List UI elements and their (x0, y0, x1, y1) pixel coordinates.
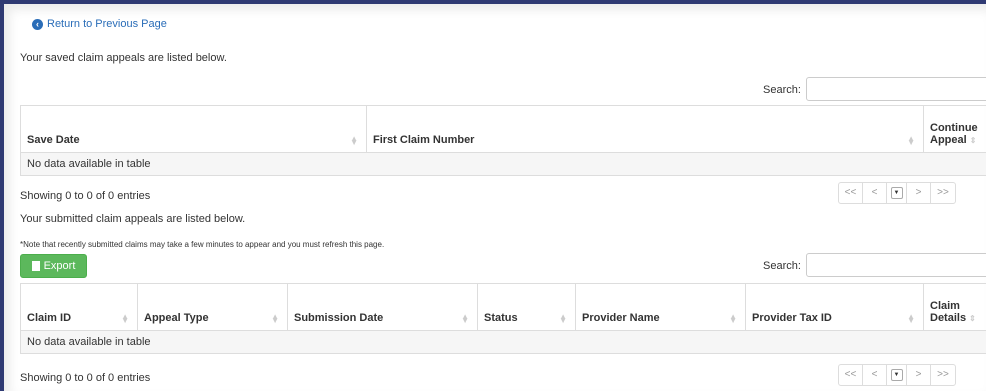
col-continue-appeal[interactable]: Continue Appeal ⇕ (923, 105, 986, 153)
sort-icon: ⇕ (969, 136, 977, 145)
export-label: Export (43, 260, 76, 272)
saved-intro: Your saved claim appeals are listed belo… (20, 52, 227, 64)
submitted-pagination: << < ▼ > >> (838, 364, 956, 386)
last-page-button[interactable]: >> (931, 183, 955, 203)
submitted-info: Showing 0 to 0 of 0 entries (20, 372, 151, 384)
export-button[interactable]: Export (20, 254, 87, 278)
sort-icon: ▲ ▼ (907, 312, 915, 325)
sort-icon: ▲ ▼ (907, 134, 915, 147)
sort-icon: ▲ ▼ (271, 312, 279, 325)
next-page-button[interactable]: > (907, 183, 931, 203)
page-select[interactable]: ▼ (887, 365, 907, 385)
col-save-date[interactable]: Save Date ▲ ▼ (20, 105, 367, 153)
saved-info: Showing 0 to 0 of 0 entries (20, 190, 151, 202)
submitted-search-input[interactable] (806, 253, 986, 277)
sort-icon: ▲ ▼ (350, 134, 358, 147)
submitted-search-label: Search: (763, 260, 801, 272)
return-link[interactable]: ‹ Return to Previous Page (32, 18, 167, 30)
col-first-claim-number[interactable]: First Claim Number ▲ ▼ (366, 105, 924, 153)
col-appeal-type[interactable]: Appeal Type ▲ ▼ (137, 283, 288, 331)
return-link-label: Return to Previous Page (47, 18, 167, 30)
col-provider-tax-id[interactable]: Provider Tax ID ▲ ▼ (745, 283, 924, 331)
sort-icon: ▲ ▼ (559, 312, 567, 325)
saved-search-label: Search: (763, 84, 801, 96)
col-submission-date[interactable]: Submission Date ▲ ▼ (287, 283, 478, 331)
saved-empty-row: No data available in table (20, 152, 986, 176)
first-page-button[interactable]: << (839, 183, 863, 203)
saved-search-input[interactable] (806, 77, 986, 101)
next-page-button[interactable]: > (907, 365, 931, 385)
saved-appeals-table: Save Date ▲ ▼ First Claim Number ▲ ▼ Continu… (20, 105, 986, 176)
col-claim-details[interactable]: Claim Details ⇕ (923, 283, 986, 331)
first-page-button[interactable]: << (839, 365, 863, 385)
submitted-intro: Your submitted claim appeals are listed … (20, 213, 246, 225)
file-icon (31, 261, 40, 271)
chevron-down-icon: ▼ (890, 187, 903, 199)
col-provider-name[interactable]: Provider Name ▲ ▼ (575, 283, 746, 331)
saved-pagination: << < ▼ > >> (838, 182, 956, 204)
col-status[interactable]: Status ▲ ▼ (477, 283, 576, 331)
sort-icon: ▲ ▼ (121, 312, 129, 325)
circle-arrow-left-icon: ‹ (32, 18, 43, 30)
prev-page-button[interactable]: < (863, 365, 887, 385)
sort-icon: ▲ ▼ (461, 312, 469, 325)
last-page-button[interactable]: >> (931, 365, 955, 385)
col-claim-id[interactable]: Claim ID ▲ ▼ (20, 283, 138, 331)
sort-icon: ⇕ (969, 314, 976, 323)
refresh-note: *Note that recently submitted claims may… (20, 240, 385, 249)
page-select[interactable]: ▼ (887, 183, 907, 203)
sort-icon: ▲ ▼ (729, 312, 737, 325)
main-content: ‹ Return to Previous Page Your saved cla… (20, 0, 986, 391)
submitted-appeals-table: Claim ID ▲ ▼ Appeal Type ▲ ▼ Submission Date… (20, 283, 986, 354)
chevron-down-icon: ▼ (890, 369, 903, 381)
submitted-empty-row: No data available in table (20, 330, 986, 354)
prev-page-button[interactable]: < (863, 183, 887, 203)
